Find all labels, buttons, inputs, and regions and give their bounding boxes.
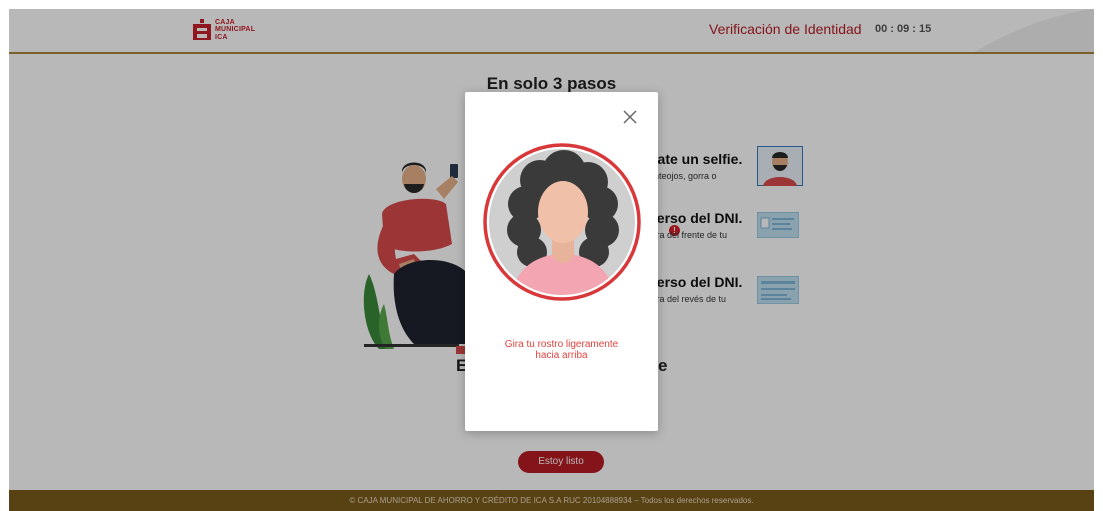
instruction-line-2: hacia arriba: [535, 350, 588, 361]
face-avatar: [483, 143, 641, 301]
face-instruction-modal: Gira tu rostro ligeramente hacia arriba: [465, 92, 658, 431]
modal-instruction: Gira tu rostro ligeramente hacia arriba: [465, 339, 658, 361]
instruction-line-1: Gira tu rostro ligeramente: [504, 339, 619, 350]
app-frame: CAJA MUNICIPAL ICA Verificación de Ident…: [9, 9, 1094, 511]
close-icon[interactable]: [622, 109, 638, 125]
